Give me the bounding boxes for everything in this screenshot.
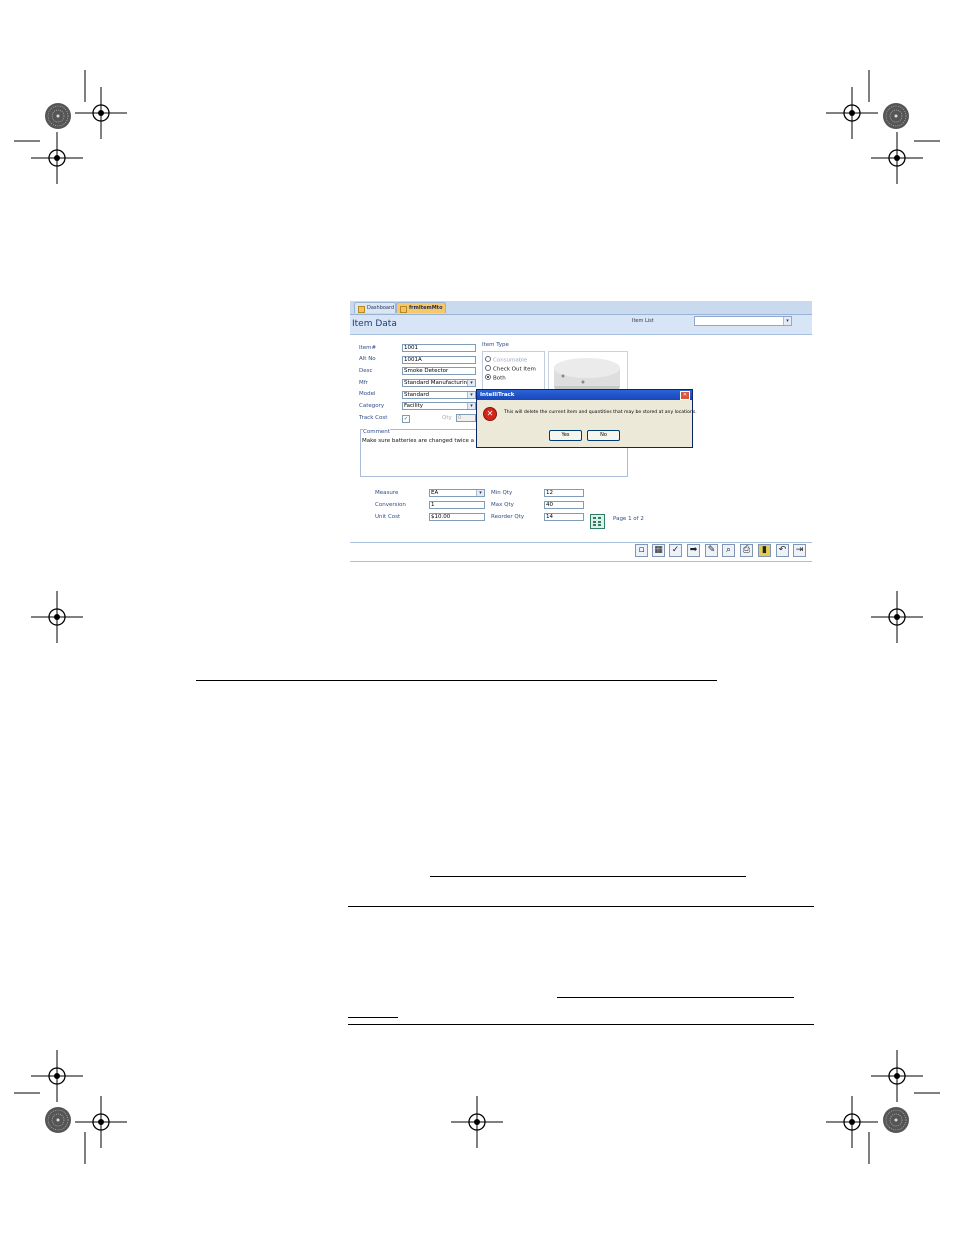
unit-cost-label: Unit Cost (375, 514, 401, 520)
calendar-icon[interactable]: ▦ (652, 544, 665, 557)
print-icon[interactable]: ⎙ (740, 544, 753, 557)
tab-label: frmItemMto (409, 305, 443, 311)
app-window: Dashboard frmItemMto Item Data Item List… (350, 301, 812, 563)
reorder-qty-field[interactable]: 14 (544, 513, 584, 521)
qty-field[interactable]: 0 (456, 414, 476, 422)
track-cost-checkbox[interactable]: ✓ (402, 415, 410, 423)
model-select[interactable]: Standard ▾ (402, 391, 476, 399)
edit-icon[interactable]: ✎ (705, 544, 718, 557)
divider (350, 561, 812, 562)
reorder-qty-label: Reorder Qty (491, 514, 525, 520)
yes-button[interactable]: Yes (549, 430, 582, 441)
category-select[interactable]: Facility ▾ (402, 402, 476, 410)
item-list-label: Item List (632, 318, 654, 324)
link-underline (557, 997, 794, 998)
mfr-select[interactable]: Standard Manufacturin ▾ (402, 379, 476, 387)
divider (350, 542, 812, 543)
conversion-field[interactable]: 1 (429, 501, 485, 509)
exit-icon[interactable]: ⇥ (793, 544, 806, 557)
item-type-label: Item Type (482, 342, 509, 348)
model-label: Model (359, 391, 376, 397)
qty-label: Qty (442, 415, 452, 421)
tab-item-form[interactable]: frmItemMto (396, 302, 446, 313)
rule-line (348, 906, 814, 907)
measure-label: Measure (375, 490, 399, 496)
close-icon[interactable]: ✕ (680, 391, 690, 400)
search-icon[interactable]: ⌕ (722, 544, 735, 557)
link-underline (430, 876, 746, 877)
radio-both[interactable]: Both (485, 374, 506, 382)
comment-label: Comment (363, 429, 390, 435)
unit-cost-field[interactable]: $10.00 (429, 513, 485, 521)
form-icon (400, 306, 407, 313)
no-button[interactable]: No (587, 430, 620, 441)
conversion-label: Conversion (375, 502, 406, 508)
max-qty-label: Max Qty (491, 502, 514, 508)
chevron-down-icon[interactable]: ▾ (476, 490, 484, 496)
chevron-down-icon[interactable]: ▾ (467, 392, 475, 398)
radio-consumable[interactable]: Consumable (485, 356, 527, 364)
tab-label: Dashboard (367, 305, 395, 311)
form-icon (358, 306, 365, 313)
desc-field[interactable]: Smoke Detector (402, 367, 476, 375)
dialog-titlebar: IntelliTrack ✕ (477, 390, 692, 400)
undo-icon[interactable]: ↶ (776, 544, 789, 557)
registration-marks (14, 70, 940, 1164)
alt-no-field[interactable]: 1001A (402, 356, 476, 364)
page-indicator: Page 1 of 2 (613, 516, 644, 522)
rule-line (196, 680, 717, 681)
mfr-label: Mfr (359, 380, 368, 386)
tab-dashboard[interactable]: Dashboard (354, 302, 396, 313)
comment-text: Make sure batteries are changed twice a (362, 438, 475, 444)
radio-check-out-item[interactable]: Check Out Item (485, 365, 536, 373)
alt-no-label: Alt No (359, 356, 376, 362)
max-qty-field[interactable]: 40 (544, 501, 584, 509)
tab-bar: Dashboard frmItemMto (350, 301, 812, 315)
error-icon: ✕ (483, 407, 497, 421)
item-no-label: Item# (359, 345, 377, 351)
dialog-title: IntelliTrack (480, 392, 515, 398)
form-header: Item Data Item List ▾ (350, 315, 812, 335)
arrow-right-icon[interactable]: ➡ (687, 544, 700, 557)
page-title: Item Data (352, 319, 397, 329)
chevron-down-icon[interactable]: ▾ (783, 317, 791, 325)
desc-label: Desc (359, 368, 373, 374)
checkmark-icon[interactable]: ✓ (669, 544, 682, 557)
calculator-icon[interactable] (590, 514, 605, 529)
category-label: Category (359, 403, 385, 409)
dialog-message: This will delete the current item and qu… (504, 410, 697, 415)
confirm-dialog: IntelliTrack ✕ ✕ This will delete the cu… (476, 389, 697, 448)
item-no-field[interactable]: 1001 (402, 344, 476, 352)
chevron-down-icon[interactable]: ▾ (467, 380, 475, 386)
chevron-down-icon[interactable]: ▾ (467, 403, 475, 409)
measure-select[interactable]: EA ▾ (429, 489, 485, 497)
min-qty-field[interactable]: 12 (544, 489, 584, 497)
item-list-select[interactable]: ▾ (694, 316, 792, 326)
link-underline (348, 1017, 398, 1018)
track-cost-label: Track Cost (359, 415, 388, 421)
min-qty-label: Min Qty (491, 490, 513, 496)
delete-icon[interactable]: ▮ (758, 544, 771, 557)
new-record-icon[interactable]: ▫ (635, 544, 648, 557)
rule-line (348, 1024, 814, 1025)
